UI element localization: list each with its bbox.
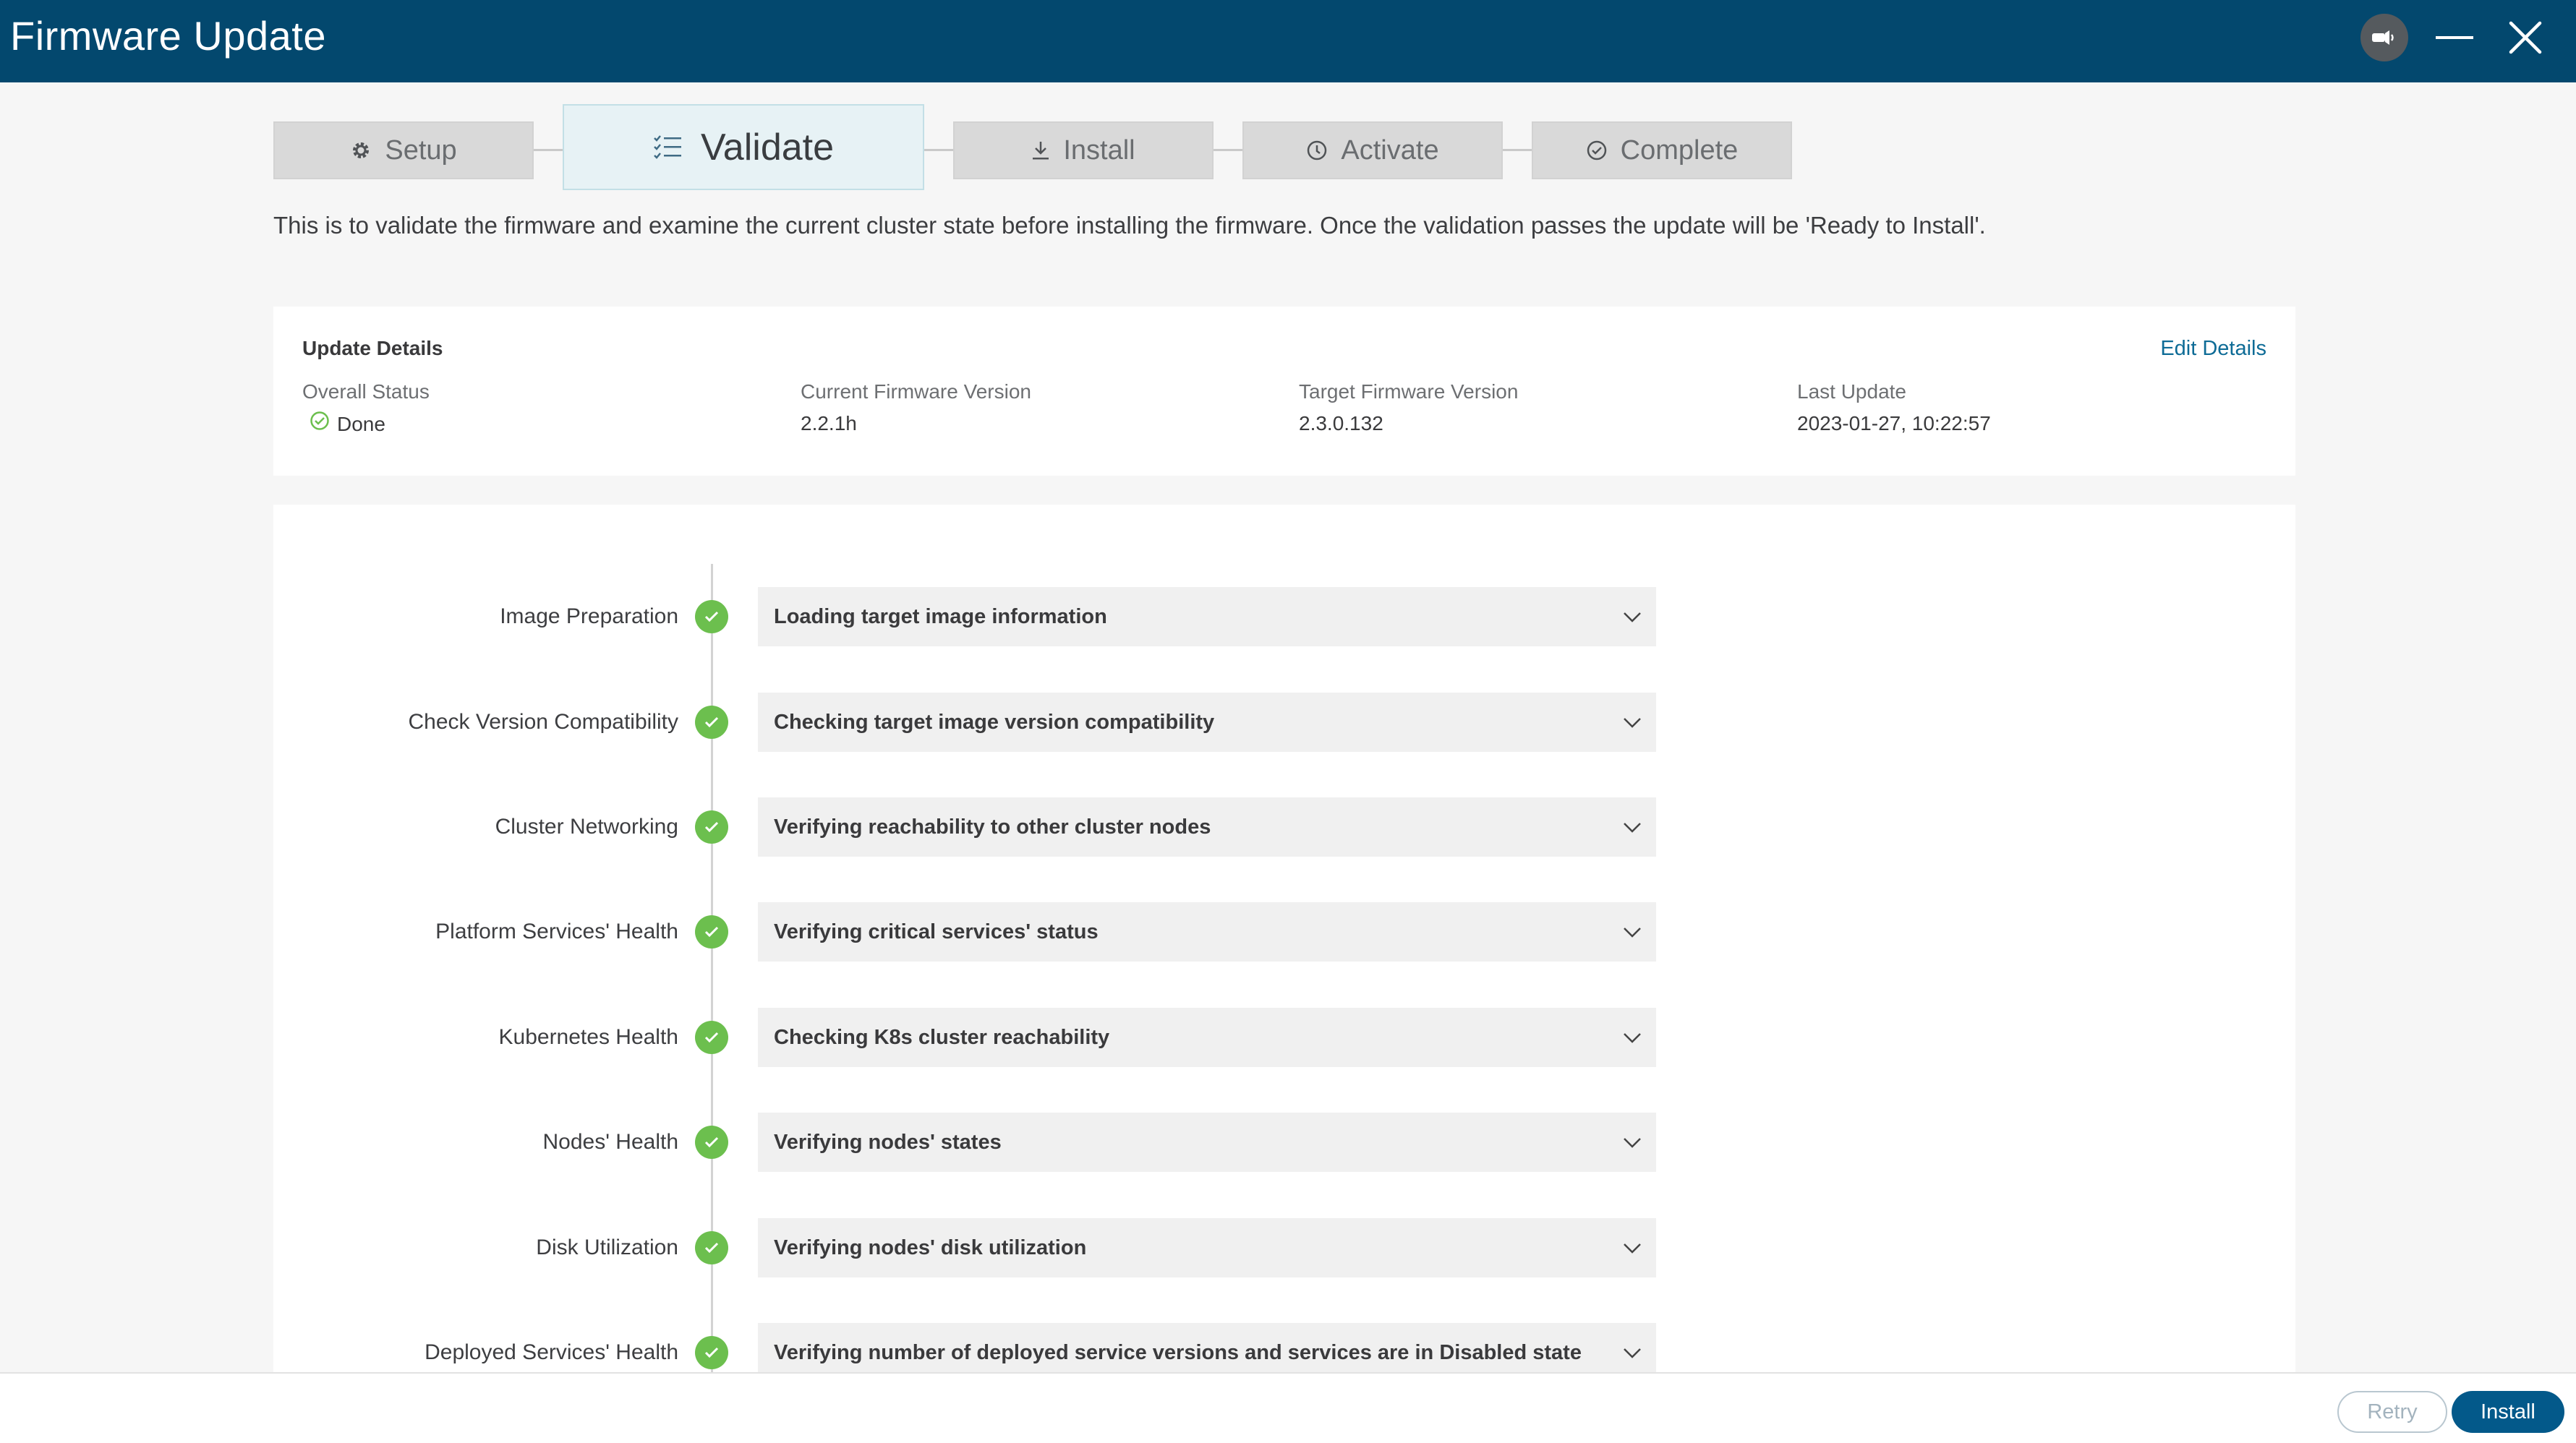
update-details-card: Update Details Edit Details Overall Stat…: [273, 307, 2295, 476]
check-detail-panel[interactable]: Checking K8s cluster reachability: [758, 1008, 1656, 1067]
step-label: Activate: [1341, 134, 1439, 166]
check-detail-panel[interactable]: Loading target image information: [758, 587, 1656, 646]
target-version: Target Firmware Version 2.3.0.132: [1299, 379, 1518, 437]
check-row-platform-services-health: Platform Services' Health Verifying crit…: [0, 902, 2576, 962]
step-setup[interactable]: Setup: [273, 121, 534, 179]
overall-status-label: Overall Status: [302, 380, 430, 403]
chevron-down-icon[interactable]: [1621, 607, 1643, 626]
overall-status: Overall Status Done: [302, 379, 430, 437]
chevron-down-icon[interactable]: [1621, 1133, 1643, 1152]
validate-description: This is to validate the firmware and exa…: [273, 212, 1986, 239]
step-validate[interactable]: Validate: [563, 104, 924, 190]
check-row-image-preparation: Image Preparation Loading target image i…: [0, 587, 2576, 646]
step-install[interactable]: Install: [953, 121, 1214, 179]
target-version-value: 2.3.0.132: [1299, 412, 1383, 434]
check-circle-icon: [1586, 140, 1608, 161]
check-row-nodes-health: Nodes' Health Verifying nodes' states: [0, 1113, 2576, 1172]
step-label: Validate: [700, 126, 835, 168]
last-update: Last Update 2023-01-27, 10:22:57: [1797, 379, 1991, 437]
last-update-label: Last Update: [1797, 380, 1906, 403]
check-passed-icon: [695, 810, 728, 844]
footer-bar: Retry Install: [0, 1372, 2576, 1443]
step-label: Install: [1063, 134, 1135, 166]
check-name: Cluster Networking: [495, 815, 678, 839]
chevron-down-icon[interactable]: [1621, 818, 1643, 836]
check-row-cluster-networking: Cluster Networking Verifying reachabilit…: [0, 797, 2576, 857]
check-detail-panel[interactable]: Verifying nodes' disk utilization: [758, 1218, 1656, 1277]
current-version-value: 2.2.1h: [801, 412, 857, 434]
success-check-icon: [310, 411, 330, 437]
chevron-down-icon[interactable]: [1621, 713, 1643, 732]
step-activate[interactable]: Activate: [1242, 121, 1503, 179]
check-description: Verifying nodes' states: [774, 1130, 1002, 1154]
retry-button[interactable]: Retry: [2337, 1391, 2447, 1433]
last-update-value: 2023-01-27, 10:22:57: [1797, 412, 1991, 434]
overall-status-value-row: Done: [302, 411, 430, 437]
chevron-down-icon[interactable]: [1621, 1238, 1643, 1257]
check-passed-icon: [695, 1336, 728, 1369]
check-description: Verifying number of deployed service ver…: [774, 1340, 1582, 1364]
details-heading: Update Details: [302, 337, 443, 359]
check-detail-panel[interactable]: Verifying nodes' states: [758, 1113, 1656, 1172]
chevron-down-icon[interactable]: [1621, 1028, 1643, 1047]
check-name: Kubernetes Health: [498, 1025, 679, 1049]
window-title: Firmware Update: [10, 13, 326, 59]
gear-icon: [350, 140, 372, 161]
check-name: Image Preparation: [500, 604, 678, 628]
current-version: Current Firmware Version 2.2.1h: [801, 379, 1031, 437]
download-icon: [1031, 140, 1050, 160]
announcement-icon[interactable]: [2360, 14, 2408, 61]
install-button[interactable]: Install: [2452, 1391, 2564, 1433]
check-row-kubernetes-health: Kubernetes Health Checking K8s cluster r…: [0, 1008, 2576, 1067]
check-name: Platform Services' Health: [435, 920, 678, 943]
step-label: Complete: [1620, 134, 1739, 166]
check-passed-icon: [695, 1021, 728, 1054]
checklist-icon: [653, 134, 682, 161]
check-row-version-compatibility: Check Version Compatibility Checking tar…: [0, 693, 2576, 752]
check-detail-panel[interactable]: Checking target image version compatibil…: [758, 693, 1656, 752]
chevron-down-icon[interactable]: [1621, 1343, 1643, 1362]
check-row-disk-utilization: Disk Utilization Verifying nodes' disk u…: [0, 1218, 2576, 1277]
check-description: Verifying nodes' disk utilization: [774, 1236, 1087, 1259]
check-passed-icon: [695, 600, 728, 633]
check-detail-panel[interactable]: Verifying critical services' status: [758, 902, 1656, 962]
check-description: Loading target image information: [774, 604, 1107, 628]
check-description: Checking K8s cluster reachability: [774, 1025, 1110, 1049]
check-description: Checking target image version compatibil…: [774, 710, 1215, 734]
check-detail-panel[interactable]: Verifying reachability to other cluster …: [758, 797, 1656, 857]
check-description: Verifying critical services' status: [774, 920, 1099, 943]
minimize-icon[interactable]: [2434, 17, 2475, 58]
check-description: Verifying reachability to other cluster …: [774, 815, 1211, 839]
close-icon[interactable]: [2504, 16, 2547, 59]
check-name: Disk Utilization: [536, 1236, 678, 1259]
target-version-label: Target Firmware Version: [1299, 380, 1519, 403]
check-name: Check Version Compatibility: [408, 710, 679, 734]
clock-icon: [1306, 140, 1328, 161]
check-passed-icon: [695, 1126, 728, 1159]
check-passed-icon: [695, 915, 728, 949]
step-complete[interactable]: Complete: [1532, 121, 1792, 179]
title-bar: Firmware Update: [0, 0, 2576, 82]
check-name: Nodes' Health: [542, 1130, 679, 1154]
check-passed-icon: [695, 706, 728, 739]
chevron-down-icon[interactable]: [1621, 922, 1643, 941]
current-version-label: Current Firmware Version: [801, 380, 1031, 403]
edit-details-link[interactable]: Edit Details: [2160, 337, 2266, 361]
step-label: Setup: [385, 134, 457, 166]
check-passed-icon: [695, 1231, 728, 1264]
overall-status-value: Done: [337, 412, 385, 435]
